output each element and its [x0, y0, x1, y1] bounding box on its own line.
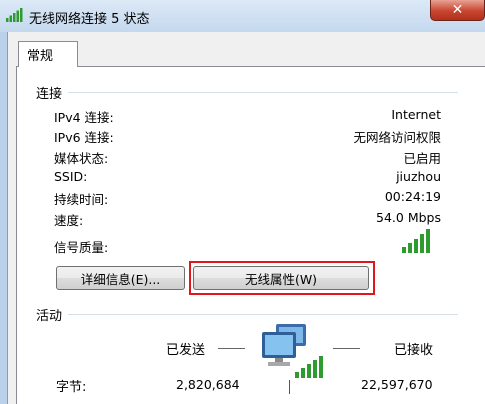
ipv6-value: 无网络访问权限: [353, 130, 441, 145]
ssid-value: jiuzhou: [396, 169, 441, 184]
tab-general[interactable]: 常规: [18, 41, 78, 67]
tab-general-label: 常规: [27, 49, 54, 64]
connection-group-label: 连接: [36, 87, 63, 102]
duration-value: 00:24:19: [384, 189, 441, 204]
ipv4-label: IPv4 连接:: [54, 110, 114, 125]
speed-label: 速度:: [54, 213, 84, 228]
speed-value: 54.0 Mbps: [376, 210, 441, 225]
activity-group-label: 活动: [36, 309, 63, 324]
window-title: 无线网络连接 5 状态: [29, 12, 150, 27]
activity-group-divider: [68, 314, 458, 315]
highlight-box: [189, 261, 375, 295]
signal-quality-label: 信号质量:: [54, 240, 109, 255]
bytes-sent-value: 2,820,684: [176, 377, 240, 392]
title-bar: 无线网络连接 5 状态 ✕: [0, 0, 485, 32]
close-button[interactable]: ✕: [430, 0, 485, 21]
wireless-signal-icon: [6, 8, 23, 22]
signal-quality-icon: [402, 229, 430, 253]
received-label: 已接收: [394, 343, 434, 358]
ssid-label: SSID:: [54, 169, 88, 184]
network-computers-icon: [262, 324, 323, 394]
ipv6-label: IPv6 连接:: [54, 130, 114, 145]
duration-label: 持续时间:: [54, 192, 109, 207]
media-state-label: 媒体状态:: [54, 151, 109, 166]
sent-label: 已发送: [166, 343, 206, 358]
bytes-label: 字节:: [56, 380, 87, 395]
bytes-received-value: 22,597,670: [361, 377, 433, 392]
ipv4-value: Internet: [391, 107, 441, 122]
media-state-value: 已启用: [403, 151, 441, 166]
details-button[interactable]: 详细信息(E)...: [56, 266, 185, 290]
connection-group-divider: [68, 92, 458, 93]
close-icon: ✕: [451, 2, 464, 18]
sent-dash: [218, 348, 245, 349]
received-dash: [333, 348, 360, 349]
